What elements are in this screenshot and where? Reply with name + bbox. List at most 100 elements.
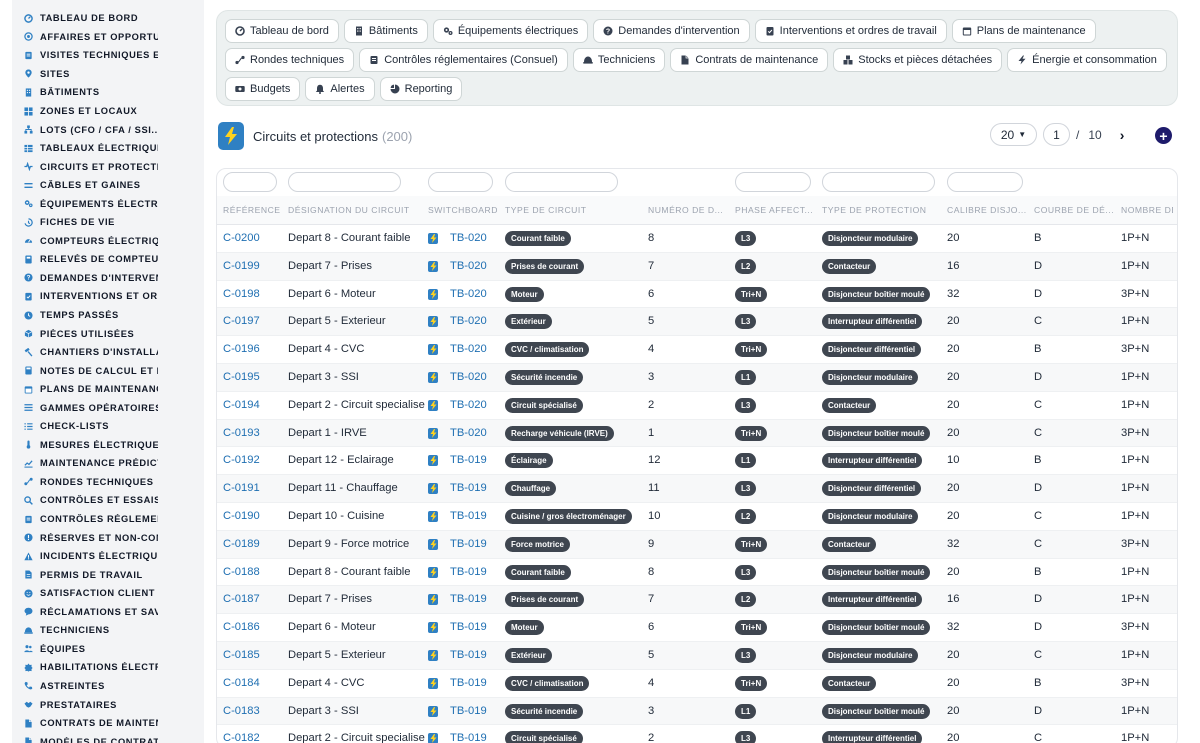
column-header[interactable]: NUMÉRO DE D... [648, 205, 723, 215]
sidebar-item[interactable]: SATISFACTION CLIENT [12, 584, 204, 603]
sidebar-item[interactable]: CÂBLES ET GAINES [12, 176, 204, 195]
reference-link[interactable]: C-0188 [223, 566, 260, 578]
column-filter-input[interactable] [947, 172, 1023, 192]
sidebar-item[interactable]: PERMIS DE TRAVAIL [12, 565, 204, 584]
reference-link[interactable]: C-0183 [223, 705, 260, 717]
column-filter-input[interactable] [735, 172, 811, 192]
nav-button[interactable]: Équipements électriques [432, 19, 589, 43]
sidebar-item[interactable]: MESURES ÉLECTRIQUES [12, 436, 204, 455]
column-header[interactable]: SWITCHBOARD [428, 205, 498, 215]
table-row[interactable]: C-0193 Depart 1 - IRVE TB-020 Recharge véhi… [217, 419, 1177, 448]
sidebar-item[interactable]: PLANS DE MAINTENANCE [12, 380, 204, 399]
table-row[interactable]: C-0198 Depart 6 - Moteur TB-020 Moteur 6 Tri+… [217, 281, 1177, 309]
table-row[interactable]: C-0190 Depart 10 - Cuisine TB-019 Cuisine /… [217, 503, 1177, 531]
sidebar-item[interactable]: INTERVENTIONS ET ORDRES [12, 287, 204, 306]
column-filter-input[interactable] [288, 172, 401, 192]
sidebar-item[interactable]: MODÈLES DE CONTRATS [12, 732, 204, 743]
column-filter-input[interactable] [428, 172, 493, 192]
sidebar-item[interactable]: RONDES TECHNIQUES [12, 473, 204, 492]
switchboard-link[interactable]: TB-019 [450, 566, 487, 578]
page-number-input[interactable]: 1 [1043, 123, 1070, 146]
column-header[interactable]: COURBE DE DÉ... [1034, 205, 1114, 215]
column-filter-input[interactable] [223, 172, 277, 192]
sidebar-item[interactable]: CONTRÔLES RÉGLEMENTAIRES [12, 510, 204, 529]
nav-button[interactable]: Rondes techniques [225, 48, 355, 72]
sidebar-item[interactable]: COMPTEURS ÉLECTRIQUES [12, 232, 204, 251]
column-header[interactable]: PHASE AFFECT... [735, 205, 813, 215]
switchboard-link[interactable]: TB-020 [450, 260, 487, 272]
reference-link[interactable]: C-0193 [223, 427, 260, 439]
table-row[interactable]: C-0194 Depart 2 - Circuit specialise TB-02… [217, 392, 1177, 420]
switchboard-link[interactable]: TB-020 [450, 288, 487, 300]
reference-link[interactable]: C-0184 [223, 677, 260, 689]
table-row[interactable]: C-0182 Depart 2 - Circuit specialise TB-01… [217, 725, 1177, 743]
sidebar-item[interactable]: SITES [12, 65, 204, 84]
table-row[interactable]: C-0188 Depart 8 - Courant faible TB-019 Cou… [217, 559, 1177, 587]
sidebar-item[interactable]: RELEVÉS DE COMPTEURS [12, 250, 204, 269]
table-row[interactable]: C-0192 Depart 12 - Eclairage TB-019 Éclaira… [217, 447, 1177, 476]
switchboard-link[interactable]: TB-020 [450, 399, 487, 411]
nav-button[interactable]: ? Demandes d'intervention [593, 19, 750, 43]
reference-link[interactable]: C-0190 [223, 510, 260, 522]
reference-link[interactable]: C-0191 [223, 482, 260, 494]
sidebar-item[interactable]: GAMMES OPÉRATOIRES [12, 398, 204, 417]
switchboard-link[interactable]: TB-019 [450, 593, 487, 605]
reference-link[interactable]: C-0186 [223, 621, 260, 633]
reference-link[interactable]: C-0185 [223, 649, 260, 661]
table-row[interactable]: C-0183 Depart 3 - SSI TB-019 Sécurité incen… [217, 697, 1177, 726]
table-row[interactable]: C-0195 Depart 3 - SSI TB-020 Sécurité incen… [217, 363, 1177, 392]
sidebar-item[interactable]: TECHNICIENS [12, 621, 204, 640]
table-row[interactable]: C-0184 Depart 4 - CVC TB-019 CVC / climatis… [217, 670, 1177, 698]
sidebar-item[interactable]: MAINTENANCE PRÉDICTIVE [12, 454, 204, 473]
reference-link[interactable]: C-0192 [223, 454, 260, 466]
sidebar-item[interactable]: ASTREINTES [12, 677, 204, 696]
sidebar-item[interactable]: AFFAIRES ET OPPORTUNITÉS [12, 28, 204, 47]
nav-button[interactable]: Stocks et pièces détachées [833, 48, 1003, 72]
reference-link[interactable]: C-0195 [223, 371, 260, 383]
table-row[interactable]: C-0189 Depart 9 - Force motrice TB-019 Forc… [217, 530, 1177, 559]
reference-link[interactable]: C-0189 [223, 538, 260, 550]
sidebar-item[interactable]: BÂTIMENTS [12, 83, 204, 102]
sidebar-item[interactable]: PIÈCES UTILISÉES [12, 324, 204, 343]
add-record-button[interactable]: + [1155, 127, 1172, 144]
column-header[interactable]: TYPE DE CIRCUIT [505, 205, 587, 215]
sidebar-item[interactable]: ZONES ET LOCAUX [12, 102, 204, 121]
nav-button[interactable]: Plans de maintenance [951, 19, 1096, 43]
reference-link[interactable]: C-0200 [223, 232, 260, 244]
column-filter-input[interactable] [505, 172, 618, 192]
column-filter-input[interactable] [822, 172, 935, 192]
switchboard-link[interactable]: TB-019 [450, 510, 487, 522]
sidebar-item[interactable]: NOTES DE CALCUL ET ÉTUDES [12, 361, 204, 380]
nav-button[interactable]: Tableau de bord [225, 19, 339, 43]
nav-button[interactable]: Contrats de maintenance [670, 48, 829, 72]
sidebar-item[interactable]: TABLEAUX ÉLECTRIQUES [12, 139, 204, 158]
reference-link[interactable]: C-0199 [223, 260, 260, 272]
reference-link[interactable]: C-0194 [223, 399, 260, 411]
sidebar-item[interactable]: HABILITATIONS ÉLECTRIQUES [12, 658, 204, 677]
switchboard-link[interactable]: TB-020 [450, 427, 487, 439]
nav-button[interactable]: Contrôles réglementaires (Consuel) [359, 48, 568, 72]
sidebar-item[interactable]: TABLEAU DE BORD [12, 9, 204, 28]
column-header[interactable]: NOMBRE DE [1121, 205, 1173, 215]
per-page-select[interactable]: 20 ▼ [990, 123, 1037, 146]
sidebar-item[interactable]: CHECK-LISTS [12, 417, 204, 436]
switchboard-link[interactable]: TB-020 [450, 232, 487, 244]
switchboard-link[interactable]: TB-019 [450, 621, 487, 633]
sidebar-item[interactable]: VISITES TECHNIQUES ET RELEVÉS [12, 46, 204, 65]
sidebar-item[interactable]: ÉQUIPEMENTS ÉLECTRIQUES [12, 194, 204, 213]
nav-button[interactable]: Interventions et ordres de travail [754, 19, 947, 43]
column-header[interactable]: DÉSIGNATION DU CIRCUIT [288, 205, 410, 215]
sidebar-item[interactable]: CONTRATS DE MAINTENANCE [12, 714, 204, 733]
reference-link[interactable]: C-0197 [223, 315, 260, 327]
sidebar-item[interactable]: TEMPS PASSÉS [12, 306, 204, 325]
sidebar-item[interactable]: INCIDENTS ÉLECTRIQUES [12, 547, 204, 566]
reference-link[interactable]: C-0198 [223, 288, 260, 300]
table-row[interactable]: C-0187 Depart 7 - Prises TB-019 Prises de c… [217, 586, 1177, 615]
switchboard-link[interactable]: TB-019 [450, 705, 487, 717]
nav-button[interactable]: Budgets [225, 77, 301, 101]
switchboard-link[interactable]: TB-020 [450, 315, 487, 327]
sidebar-item[interactable]: FICHES DE VIE [12, 213, 204, 232]
sidebar-item[interactable]: ? DEMANDES D'INTERVENTION [12, 269, 204, 288]
sidebar-item[interactable]: CHANTIERS D'INSTALLATION [12, 343, 204, 362]
table-row[interactable]: C-0191 Depart 11 - Chauffage TB-019 Chauffa… [217, 475, 1177, 503]
